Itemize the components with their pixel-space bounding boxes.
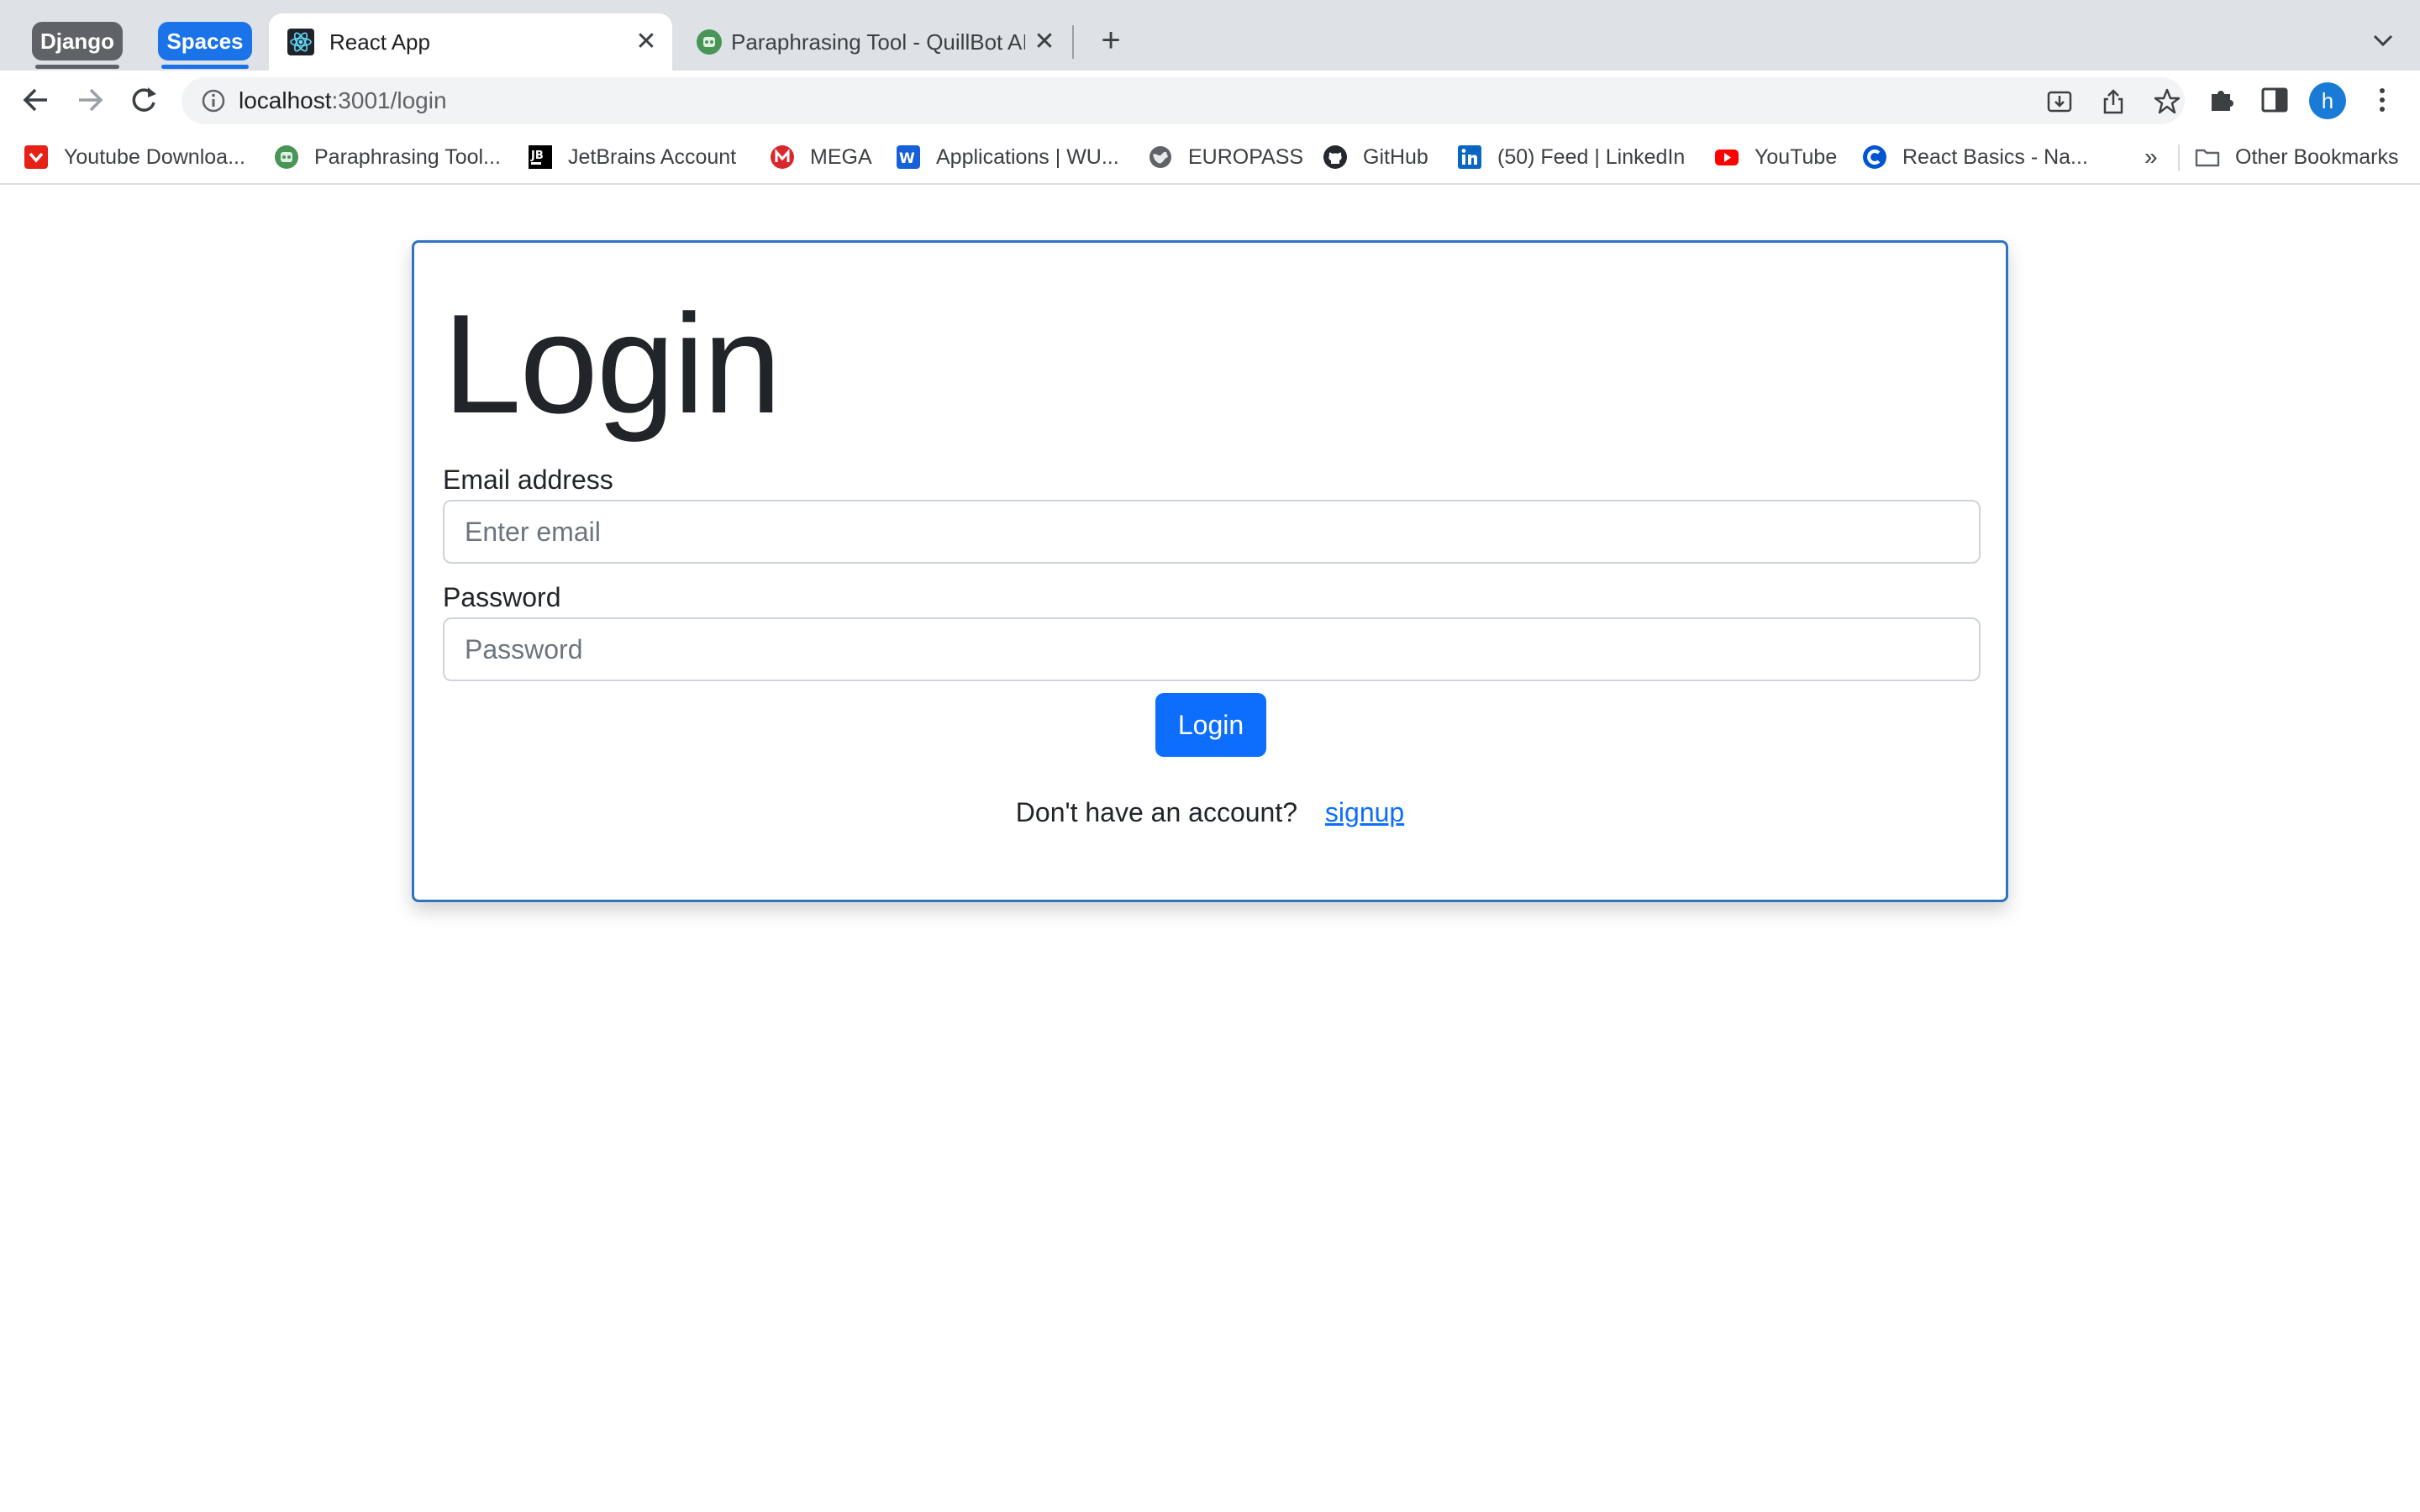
svg-text:JB: JB bbox=[530, 150, 544, 162]
tab-quillbot[interactable]: Paraphrasing Tool - QuillBot AI ✕ bbox=[677, 13, 1071, 71]
linkedin-icon bbox=[1458, 145, 1481, 169]
quillbot-icon bbox=[275, 145, 298, 169]
url-host: localhost bbox=[239, 87, 332, 113]
mega-icon bbox=[771, 145, 794, 169]
bookmark-github[interactable]: GitHub bbox=[1323, 129, 1428, 185]
bookmark-paraphrasing-tool[interactable]: Paraphrasing Tool... bbox=[274, 129, 501, 185]
email-field[interactable] bbox=[443, 500, 1981, 564]
login-card: Login Email address Password Login Don't… bbox=[412, 240, 2008, 902]
tab-group-underline bbox=[35, 65, 119, 69]
bookmark-label: Other Bookmarks bbox=[2235, 144, 2399, 169]
tab-strip: Django Spaces React App ✕ Paraphrasing T… bbox=[0, 0, 2420, 71]
email-label: Email address bbox=[443, 465, 613, 495]
tab-group-django[interactable]: Django bbox=[32, 22, 123, 69]
tab-group-label: Spaces bbox=[166, 28, 244, 54]
close-icon[interactable]: ✕ bbox=[1030, 28, 1059, 56]
password-field[interactable] bbox=[443, 617, 1981, 681]
address-bar[interactable]: localhost:3001/login bbox=[182, 77, 2185, 124]
bookmark-react-basics[interactable]: React Basics - Na... bbox=[1862, 129, 2088, 185]
tab-react-app[interactable]: React App ✕ bbox=[269, 13, 672, 71]
browser-toolbar: localhost:3001/login h bbox=[0, 71, 2420, 129]
url-text: localhost:3001/login bbox=[239, 77, 447, 124]
install-app-icon[interactable] bbox=[2045, 87, 2074, 116]
quillbot-icon bbox=[697, 29, 722, 55]
github-icon bbox=[1323, 145, 1347, 169]
signup-link[interactable]: signup bbox=[1325, 797, 1404, 827]
tab-title: Paraphrasing Tool - QuillBot AI bbox=[731, 29, 1025, 55]
bookmark-youtube-downloader[interactable]: Youtube Downloa... bbox=[24, 129, 245, 185]
close-icon[interactable]: ✕ bbox=[632, 28, 660, 56]
tab-group-underline bbox=[161, 65, 249, 69]
bookmarks-overflow-button[interactable]: » bbox=[2144, 129, 2158, 185]
site-info-icon[interactable] bbox=[200, 87, 227, 114]
bookmarks-bar: Youtube Downloa... Paraphrasing Tool... … bbox=[0, 129, 2420, 185]
bookmark-label: Applications | WU... bbox=[936, 144, 1119, 169]
folder-icon bbox=[2195, 149, 2220, 167]
tab-group-spaces[interactable]: Spaces bbox=[158, 22, 252, 69]
bookmark-label: MEGA bbox=[810, 144, 872, 169]
login-button[interactable]: Login bbox=[1155, 693, 1266, 757]
bookmark-applications-wu[interactable]: W Applications | WU... bbox=[896, 129, 1119, 185]
svg-text:W: W bbox=[899, 150, 915, 167]
forward-arrow-icon[interactable] bbox=[72, 82, 108, 118]
reload-icon[interactable] bbox=[126, 82, 161, 118]
bookmark-label: (50) Feed | LinkedIn bbox=[1497, 144, 1686, 169]
tab-separator bbox=[1072, 25, 1074, 59]
chevron-down-icon[interactable] bbox=[2366, 24, 2400, 57]
signup-prompt: Don't have an account? bbox=[1015, 797, 1298, 827]
bookmark-linkedin[interactable]: (50) Feed | LinkedIn bbox=[1457, 129, 1685, 185]
tab-title: React App bbox=[329, 29, 430, 55]
other-bookmarks-folder[interactable]: Other Bookmarks bbox=[2195, 129, 2399, 185]
wu-icon: W bbox=[897, 145, 920, 169]
globe-icon bbox=[1150, 146, 1171, 168]
youtube-downloader-icon bbox=[24, 145, 48, 169]
bookmark-label: Youtube Downloa... bbox=[64, 144, 245, 169]
new-tab-button[interactable]: + bbox=[1094, 24, 1128, 57]
side-panel-icon[interactable] bbox=[2259, 84, 2291, 116]
bookmark-youtube[interactable]: YouTube bbox=[1714, 129, 1837, 185]
bookmark-jetbrains[interactable]: JB JetBrains Account bbox=[528, 129, 736, 185]
page-title: Login bbox=[443, 285, 781, 443]
youtube-icon bbox=[1715, 150, 1739, 165]
bookmark-europass[interactable]: EUROPASS bbox=[1148, 129, 1303, 185]
url-path: :3001/login bbox=[331, 87, 447, 113]
kebab-menu-icon[interactable] bbox=[2366, 84, 2398, 116]
bookmark-label: EUROPASS bbox=[1188, 144, 1304, 169]
bookmarks-divider bbox=[2178, 144, 2180, 171]
tab-group-label: Django bbox=[39, 28, 115, 54]
coursera-icon bbox=[1863, 145, 1886, 169]
bookmark-mega[interactable]: MEGA bbox=[770, 129, 872, 185]
password-label: Password bbox=[443, 582, 561, 612]
bookmark-label: YouTube bbox=[1754, 144, 1838, 169]
back-arrow-icon[interactable] bbox=[18, 82, 54, 118]
bookmark-label: Paraphrasing Tool... bbox=[314, 144, 501, 169]
share-icon[interactable] bbox=[2099, 87, 2128, 116]
jetbrains-icon: JB bbox=[529, 145, 552, 169]
star-bookmark-icon[interactable] bbox=[2153, 87, 2181, 116]
extensions-puzzle-icon[interactable] bbox=[2205, 84, 2237, 116]
bookmark-label: GitHub bbox=[1363, 144, 1428, 169]
bookmark-label: React Basics - Na... bbox=[1902, 144, 2088, 169]
signup-row: Don't have an account? signup bbox=[414, 797, 2006, 828]
profile-avatar[interactable]: h bbox=[2309, 82, 2346, 119]
bookmark-label: JetBrains Account bbox=[568, 144, 737, 169]
react-icon bbox=[287, 29, 314, 55]
